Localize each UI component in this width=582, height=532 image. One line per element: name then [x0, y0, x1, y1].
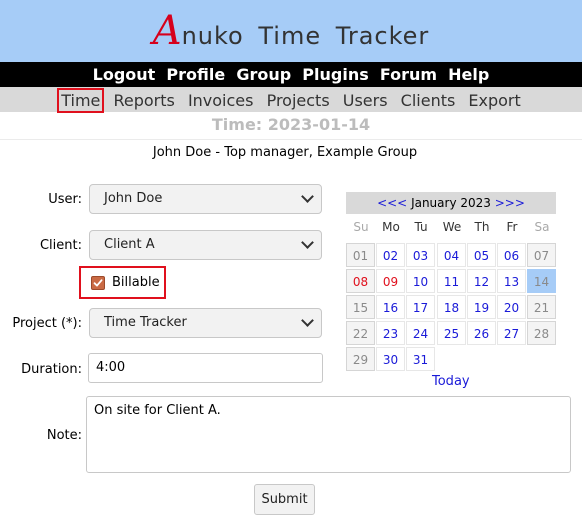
- submit-button[interactable]: Submit: [254, 484, 315, 515]
- weekday-header: Su: [353, 220, 369, 234]
- calendar-day[interactable]: 09: [376, 269, 405, 293]
- page-subtitle: John Doe - Top manager, Example Group: [152, 145, 418, 160]
- chevron-down-icon: [301, 190, 314, 203]
- calendar-day[interactable]: 22: [346, 321, 375, 345]
- tab-users[interactable]: Users: [339, 88, 392, 113]
- menu-forum[interactable]: Forum: [380, 62, 437, 87]
- checkmark-icon: [93, 279, 103, 287]
- client-select[interactable]: Client A: [89, 230, 322, 260]
- user-select[interactable]: John Doe: [89, 184, 322, 214]
- billable-checkbox[interactable]: [91, 276, 105, 290]
- weekday-header: Tu: [414, 220, 428, 234]
- calendar-month-label: January 2023: [411, 196, 491, 210]
- today-link[interactable]: Today: [432, 374, 470, 389]
- billable-highlight: Billable: [79, 266, 166, 299]
- weekday-header: Mo: [382, 220, 400, 234]
- billable-label: Billable: [112, 275, 160, 290]
- app-logo[interactable]: Anuko Time Tracker: [0, 8, 582, 54]
- client-label: Client:: [39, 238, 82, 253]
- note-label: Note:: [46, 428, 82, 443]
- calendar-day[interactable]: 10: [406, 269, 435, 293]
- top-menu: Logout Profile Group Plugins Forum Help: [0, 62, 582, 87]
- app-header: Anuko Time Tracker: [0, 0, 582, 62]
- calendar-day[interactable]: 13: [497, 269, 526, 293]
- calendar-day[interactable]: 31: [406, 347, 435, 371]
- client-select-value: Client A: [104, 237, 155, 252]
- tab-invoices[interactable]: Invoices: [184, 88, 258, 113]
- calendar-day[interactable]: 21: [527, 295, 556, 319]
- user-select-value: John Doe: [104, 191, 163, 206]
- calendar-day[interactable]: 19: [467, 295, 496, 319]
- calendar-day[interactable]: 01: [346, 243, 375, 267]
- calendar-day[interactable]: 05: [467, 243, 496, 267]
- duration-input[interactable]: 4:00: [88, 353, 323, 383]
- calendar-day[interactable]: 29: [346, 347, 375, 371]
- calendar-day[interactable]: 17: [406, 295, 435, 319]
- menu-plugins[interactable]: Plugins: [302, 62, 368, 87]
- calendar-day[interactable]: 15: [346, 295, 375, 319]
- weekday-header: We: [442, 220, 462, 234]
- calendar-day[interactable]: 11: [437, 269, 466, 293]
- calendar-day[interactable]: 06: [497, 243, 526, 267]
- duration-label: Duration:: [21, 362, 82, 377]
- tab-reports[interactable]: Reports: [109, 88, 178, 113]
- calendar-day[interactable]: 28: [527, 321, 556, 345]
- calendar-day[interactable]: 23: [376, 321, 405, 345]
- menu-profile[interactable]: Profile: [166, 62, 225, 87]
- weekday-header: Sa: [534, 220, 550, 234]
- calendar-day[interactable]: 27: [497, 321, 526, 345]
- tab-projects[interactable]: Projects: [263, 88, 334, 113]
- calendar-day[interactable]: 26: [467, 321, 496, 345]
- tab-time[interactable]: Time: [57, 88, 105, 113]
- chevron-down-icon: [301, 314, 314, 327]
- sub-menu: Time Reports Invoices Projects Users Cli…: [0, 87, 582, 113]
- calendar-day[interactable]: 20: [497, 295, 526, 319]
- calendar-day[interactable]: 04: [437, 243, 466, 267]
- calendar-day[interactable]: 16: [376, 295, 405, 319]
- chevron-down-icon: [301, 236, 314, 249]
- tab-export[interactable]: Export: [464, 88, 524, 113]
- menu-group[interactable]: Group: [236, 62, 291, 87]
- calendar-next-link[interactable]: >>>: [495, 196, 525, 210]
- menu-help[interactable]: Help: [448, 62, 489, 87]
- calendar-day[interactable]: 08: [346, 269, 375, 293]
- user-label: User:: [48, 192, 82, 207]
- calendar-day[interactable]: 25: [437, 321, 466, 345]
- logo-initial: A: [152, 8, 182, 54]
- calendar-day[interactable]: 12: [467, 269, 496, 293]
- weekday-header: Fr: [506, 220, 518, 234]
- tab-clients[interactable]: Clients: [397, 88, 460, 113]
- project-select[interactable]: Time Tracker: [89, 308, 322, 338]
- menu-logout[interactable]: Logout: [93, 62, 156, 87]
- calendar-day[interactable]: 24: [406, 321, 435, 345]
- page-title: Time: 2023-01-14: [211, 115, 371, 134]
- weekday-header: Th: [474, 220, 490, 234]
- calendar-day[interactable]: 02: [376, 243, 405, 267]
- project-label: Project (*):: [12, 316, 82, 331]
- calendar-day[interactable]: 18: [437, 295, 466, 319]
- calendar-header: <<< January 2023 >>>: [346, 192, 556, 214]
- note-textarea[interactable]: On site for Client A.: [86, 396, 571, 473]
- calendar-day[interactable]: 03: [406, 243, 435, 267]
- project-select-value: Time Tracker: [104, 315, 187, 330]
- logo-text: nuko Time Tracker: [181, 22, 430, 50]
- divider: [0, 139, 582, 140]
- calendar-day[interactable]: 14: [527, 269, 556, 293]
- calendar-day[interactable]: 07: [527, 243, 556, 267]
- calendar-day[interactable]: 30: [376, 347, 405, 371]
- calendar-prev-link[interactable]: <<<: [377, 196, 407, 210]
